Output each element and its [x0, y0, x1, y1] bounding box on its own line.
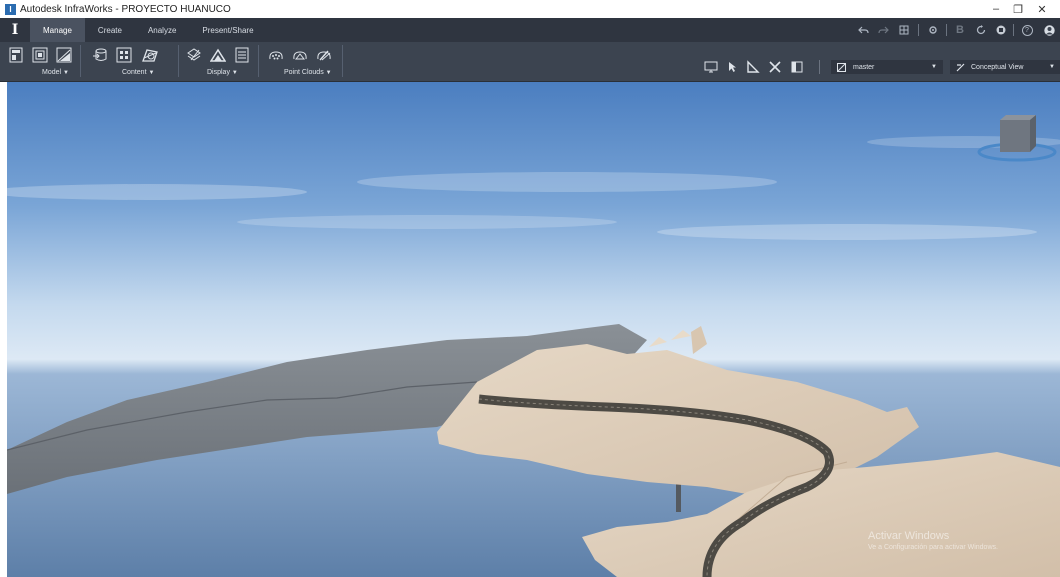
- toolbar-separator: [819, 60, 820, 74]
- measure-area-icon[interactable]: [746, 60, 760, 74]
- redo-icon[interactable]: [876, 18, 890, 42]
- point-clouds-group-label[interactable]: Point Clouds ▼: [284, 69, 332, 76]
- display-group-label[interactable]: Display ▼: [207, 69, 238, 76]
- app-menu-button[interactable]: I: [0, 18, 30, 42]
- ribbon-tab-bar: I Manage Create Analyze Present/Share B …: [0, 18, 1060, 42]
- account-icon[interactable]: [1042, 18, 1056, 42]
- measure-tools-icon[interactable]: [768, 60, 782, 74]
- watermark-subtitle: Ve a Configuración para activar Windows.: [868, 544, 998, 551]
- tab-present-share[interactable]: Present/Share: [189, 18, 266, 42]
- point-cloud-icon[interactable]: [268, 47, 284, 63]
- surface-layers-icon[interactable]: [56, 47, 72, 63]
- group-separator: [342, 45, 343, 77]
- chevron-down-icon: ▼: [1049, 64, 1055, 70]
- windows-activation-watermark: Activar Windows Ve a Configuración para …: [868, 530, 998, 551]
- tab-analyze[interactable]: Analyze: [135, 18, 189, 42]
- proposal-icon: [837, 62, 846, 72]
- settings-icon[interactable]: [926, 18, 940, 42]
- tab-create[interactable]: Create: [85, 18, 135, 42]
- visual-style-icon: [956, 63, 965, 71]
- 3d-viewport[interactable]: Activar Windows Ve a Configuración para …: [7, 82, 1060, 577]
- minimize-button[interactable]: –: [986, 0, 1006, 18]
- model-properties-icon[interactable]: [8, 47, 24, 63]
- tab-manage[interactable]: Manage: [30, 18, 85, 42]
- grid-icon[interactable]: [897, 18, 911, 42]
- visual-style-dropdown[interactable]: Conceptual View ▼: [950, 60, 1060, 74]
- app-icon: I: [5, 3, 16, 15]
- group-separator: [80, 45, 81, 77]
- display-list-icon[interactable]: [234, 47, 250, 63]
- bim360-icon[interactable]: B: [954, 18, 966, 42]
- sync-icon[interactable]: [974, 18, 988, 42]
- model-group-label[interactable]: Model ▼: [42, 69, 69, 76]
- help-glyph: ?: [1021, 24, 1033, 36]
- title-bar: I Autodesk InfraWorks - PROYECTO HUANUCO…: [0, 0, 1060, 18]
- help-icon[interactable]: ?: [1020, 18, 1034, 42]
- group-separator: [178, 45, 179, 77]
- toolbar-separator: [1013, 24, 1014, 36]
- select-pointer-icon[interactable]: [726, 60, 740, 74]
- model-layer-icon[interactable]: [32, 47, 48, 63]
- toolbar-separator: [946, 24, 947, 36]
- window-title: Autodesk InfraWorks - PROYECTO HUANUCO: [20, 3, 231, 15]
- scene-render: [7, 82, 1060, 577]
- data-sources-icon[interactable]: [92, 47, 108, 63]
- point-cloud-terrain-icon[interactable]: [292, 47, 308, 63]
- proposal-dropdown[interactable]: master ▼: [831, 60, 943, 74]
- layers-icon[interactable]: [186, 47, 202, 63]
- section-view-icon[interactable]: [790, 60, 804, 74]
- user-icon[interactable]: [994, 18, 1008, 42]
- point-cloud-edit-icon[interactable]: [316, 47, 332, 63]
- content-group-label[interactable]: Content ▼: [122, 69, 154, 76]
- proposal-value: master: [853, 63, 875, 71]
- undo-icon[interactable]: [856, 18, 870, 42]
- group-separator: [258, 45, 259, 77]
- close-button[interactable]: ✕: [1032, 0, 1052, 18]
- model-builder-icon[interactable]: [140, 47, 160, 63]
- style-palette-icon[interactable]: [116, 47, 132, 63]
- chevron-down-icon: ▼: [931, 64, 937, 70]
- visual-style-value: Conceptual View: [971, 63, 1024, 71]
- terrain-display-icon[interactable]: [210, 47, 226, 63]
- toolbar-separator: [918, 24, 919, 36]
- watermark-title: Activar Windows: [868, 530, 950, 542]
- viewpoint-icon[interactable]: [704, 60, 718, 74]
- restore-button[interactable]: ❐: [1008, 0, 1028, 18]
